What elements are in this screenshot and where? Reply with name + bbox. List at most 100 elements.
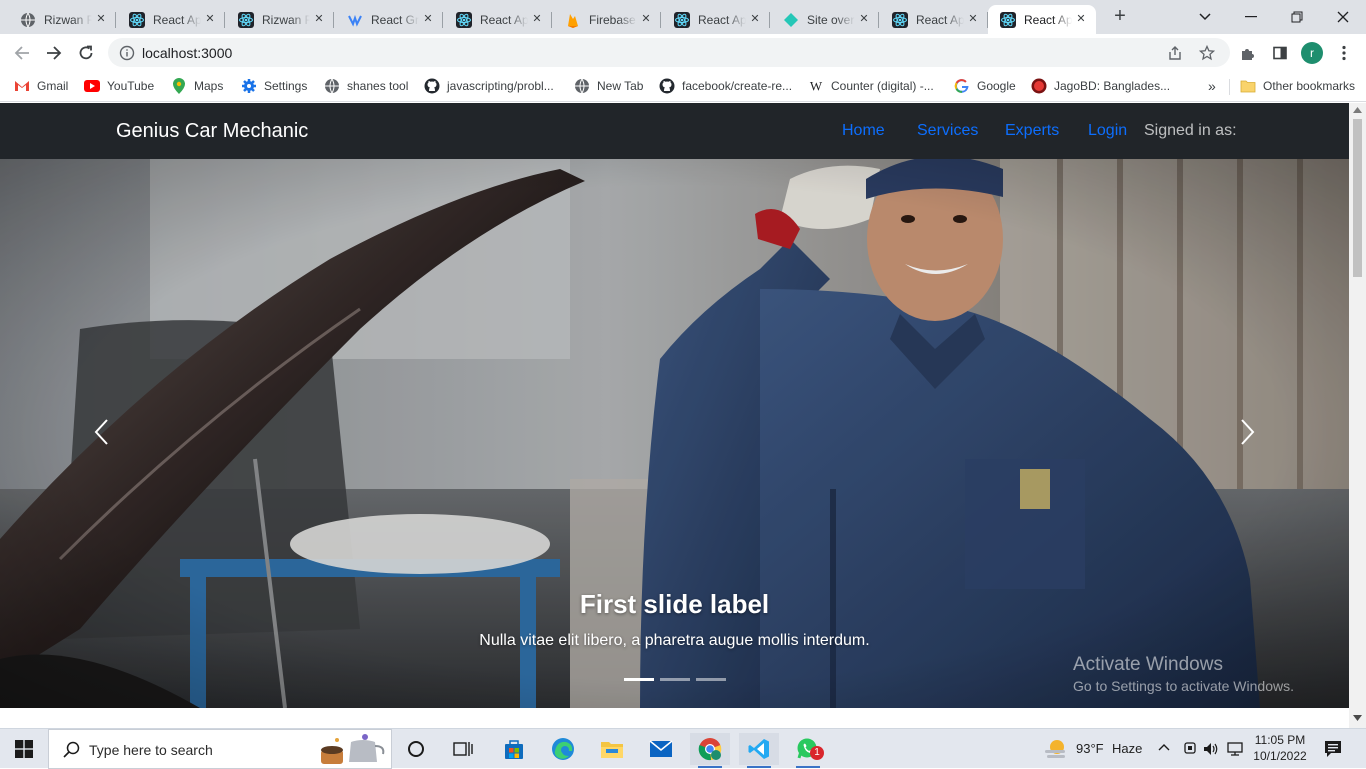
notification-center-icon[interactable]: [1324, 740, 1342, 758]
close-tab-icon[interactable]: ✕: [203, 12, 217, 26]
start-button[interactable]: [4, 733, 44, 765]
mail-button[interactable]: [641, 733, 681, 765]
close-tab-icon[interactable]: ✕: [748, 12, 762, 26]
restore-button[interactable]: [1274, 0, 1320, 34]
browser-tab[interactable]: React Ap ✕: [662, 5, 770, 34]
browser-tab[interactable]: React Gr ✕: [335, 5, 443, 34]
taskbar-search-box[interactable]: Type here to search: [48, 729, 392, 769]
browser-tab-strip: Rizwan R ✕ React Ap ✕ Rizwan R ✕ React Gr ✕ Reac…: [0, 0, 1366, 34]
site-brand[interactable]: Genius Car Mechanic: [116, 120, 308, 143]
bookmark-item[interactable]: YouTube: [84, 76, 154, 96]
file-explorer-button[interactable]: [592, 733, 632, 765]
bookmark-item[interactable]: Maps: [171, 76, 223, 96]
browser-tab[interactable]: React Ap ✕: [117, 5, 225, 34]
bookmark-item[interactable]: Gmail: [14, 76, 68, 96]
gear-icon: [241, 78, 257, 94]
browser-tab[interactable]: React Ap ✕: [880, 5, 988, 34]
extensions-button[interactable]: [1234, 39, 1262, 67]
forward-button[interactable]: [40, 39, 68, 67]
close-tab-icon[interactable]: ✕: [966, 12, 980, 26]
browser-tab[interactable]: Rizwan R ✕: [8, 5, 116, 34]
vscode-icon: [748, 739, 769, 759]
bookmark-item[interactable]: shanes tool: [324, 76, 408, 96]
carousel-next-button[interactable]: [1233, 417, 1263, 447]
bookmark-item[interactable]: facebook/create-re...: [659, 76, 792, 96]
bookmark-label: Google: [977, 79, 1016, 93]
close-tab-icon[interactable]: ✕: [1074, 12, 1088, 26]
tab-title: React Ap: [916, 12, 964, 27]
task-view-icon-button[interactable]: [443, 733, 483, 765]
browser-tab[interactable]: Site over ✕: [771, 5, 879, 34]
nav-link-services[interactable]: Services: [917, 122, 978, 140]
site-info-icon[interactable]: [118, 44, 136, 62]
carousel-indicator[interactable]: [696, 678, 726, 681]
bookmark-label: Maps: [194, 79, 224, 93]
bookmark-item[interactable]: New Tab: [574, 76, 643, 96]
taskbar-search-placeholder[interactable]: Type here to search: [89, 742, 213, 758]
clock[interactable]: 11:05 PM 10/1/2022: [1250, 732, 1310, 764]
other-bookmarks[interactable]: Other bookmarks: [1240, 76, 1355, 96]
chrome-button[interactable]: [690, 733, 730, 768]
scroll-thumb[interactable]: [1353, 119, 1362, 277]
network-icon[interactable]: [1227, 741, 1243, 757]
browser-tab[interactable]: React Ap ✕: [444, 5, 552, 34]
profile-avatar[interactable]: r: [1298, 39, 1326, 67]
scroll-down-icon[interactable]: [1353, 715, 1362, 721]
browser-tab[interactable]: React Ap ✕: [988, 5, 1096, 34]
url-text[interactable]: localhost:3000: [142, 45, 232, 61]
share-icon[interactable]: [1166, 44, 1184, 62]
bookmark-star-icon[interactable]: [1198, 44, 1216, 62]
new-tab-button[interactable]: +: [1108, 5, 1132, 29]
side-panel-button[interactable]: [1266, 39, 1294, 67]
close-tab-icon[interactable]: ✕: [639, 12, 653, 26]
weather-temperature[interactable]: 93°F: [1076, 741, 1104, 756]
whatsapp-button[interactable]: 1: [788, 733, 828, 768]
carousel-indicator[interactable]: [624, 678, 654, 681]
scroll-up-icon[interactable]: [1353, 107, 1362, 113]
page-scrollbar[interactable]: [1349, 103, 1366, 728]
speaker-icon[interactable]: [1203, 741, 1219, 757]
reload-button[interactable]: [72, 39, 100, 67]
nav-link-experts[interactable]: Experts: [1005, 122, 1059, 140]
browser-menu-button[interactable]: [1330, 39, 1358, 67]
bookmark-item[interactable]: javascripting/probl...: [424, 76, 554, 96]
close-tab-icon[interactable]: ✕: [94, 12, 108, 26]
weather-haze-icon[interactable]: [1043, 738, 1067, 760]
bookmark-label: Settings: [264, 79, 308, 93]
more-bookmarks-button[interactable]: »: [1208, 76, 1216, 96]
close-tab-icon[interactable]: ✕: [530, 12, 544, 26]
github-icon: [424, 78, 440, 94]
browser-tab[interactable]: Rizwan R ✕: [226, 5, 334, 34]
task-view-button[interactable]: [396, 733, 436, 765]
bookmark-item[interactable]: Google: [954, 76, 1016, 96]
reload-icon: [79, 45, 93, 60]
tab-title: React Ap: [153, 12, 201, 27]
nav-link-home[interactable]: Home: [842, 122, 885, 140]
bookmark-item[interactable]: W Counter (digital) -...: [808, 76, 934, 96]
close-tab-icon[interactable]: ✕: [857, 12, 871, 26]
arrow-right-icon: [47, 46, 62, 60]
vscode-button[interactable]: [739, 733, 779, 768]
edge-browser-button[interactable]: [543, 733, 583, 765]
bookmarks-bar: Gmail YouTube Maps Settings shanes tool javas…: [0, 71, 1366, 102]
watermark-title: Activate Windows: [1073, 654, 1223, 675]
carousel-prev-button[interactable]: [86, 417, 116, 447]
nav-link-login[interactable]: Login: [1088, 122, 1127, 140]
browser-tab[interactable]: Firebase ✕: [553, 5, 661, 34]
address-bar[interactable]: localhost:3000: [108, 38, 1230, 67]
meet-now-icon[interactable]: [1183, 741, 1197, 757]
minimize-button[interactable]: [1228, 0, 1274, 34]
carousel-indicator[interactable]: [660, 678, 690, 681]
bookmark-item[interactable]: JagoBD: Banglades...: [1031, 76, 1170, 96]
weather-condition[interactable]: Haze: [1112, 741, 1142, 756]
back-button[interactable]: [8, 39, 36, 67]
close-tab-icon[interactable]: ✕: [421, 12, 435, 26]
bookmark-item[interactable]: Settings: [241, 76, 307, 96]
bookmark-label: Counter (digital) -...: [831, 79, 934, 93]
carousel-caption-title: First slide label: [579, 589, 770, 619]
microsoft-store-button[interactable]: [494, 733, 534, 765]
close-window-button[interactable]: [1320, 0, 1366, 34]
close-tab-icon[interactable]: ✕: [312, 12, 326, 26]
tab-search-button[interactable]: [1182, 0, 1228, 34]
show-hidden-icons-icon[interactable]: [1158, 743, 1170, 751]
